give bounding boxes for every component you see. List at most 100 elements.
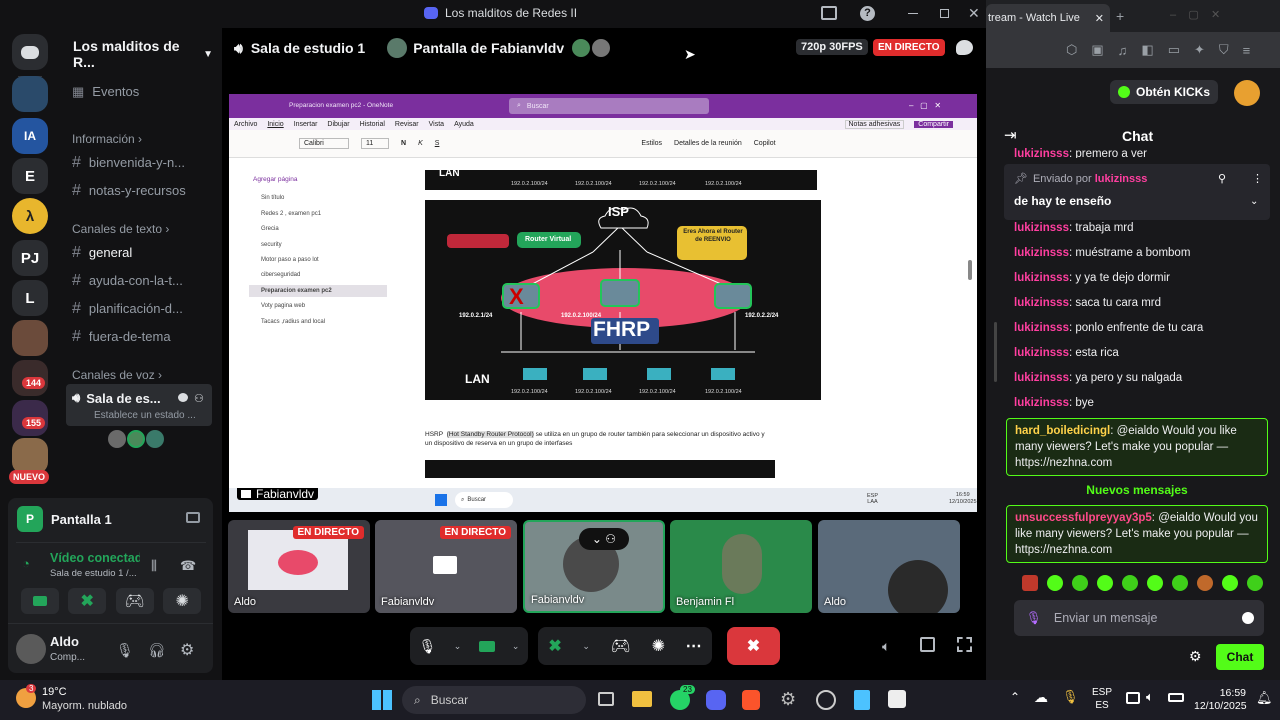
gear-icon[interactable]: ⚙ <box>180 640 194 660</box>
battery-icon[interactable] <box>1168 693 1184 702</box>
menu-vista[interactable]: Vista <box>429 121 444 128</box>
brave-icon[interactable] <box>742 690 760 710</box>
send-chat-button[interactable]: Chat <box>1216 644 1264 670</box>
meeting-details-button[interactable]: Detalles de la reunión <box>674 140 742 147</box>
chat-icon[interactable] <box>956 40 973 55</box>
gear-icon[interactable]: ⚙ <box>1189 648 1202 665</box>
snipping-icon[interactable] <box>888 690 906 708</box>
scrollbar[interactable] <box>994 322 997 382</box>
avatar[interactable] <box>1234 80 1260 106</box>
screen-share-item[interactable]: P Pantalla 1 <box>17 506 112 532</box>
menu-archivo[interactable]: Archivo <box>234 121 257 128</box>
emote-icon[interactable] <box>1147 575 1163 591</box>
task-view-icon[interactable] <box>598 692 614 706</box>
emote-icon[interactable] <box>1122 575 1138 591</box>
avatar[interactable] <box>127 430 145 448</box>
camera-icon[interactable] <box>20 588 59 614</box>
share-screen-icon[interactable]: ✖ <box>548 636 561 656</box>
category-info[interactable]: Información › <box>72 132 142 146</box>
channel-planificacion[interactable]: # planificación-d... <box>72 300 183 318</box>
underline-icon[interactable]: S <box>435 140 440 147</box>
windows-start-icon[interactable] <box>372 690 392 710</box>
chevron-up-icon[interactable]: ⌄ <box>582 641 590 652</box>
taskbar-search[interactable]: ⌕ Buscar <box>402 686 586 714</box>
stop-share-icon[interactable] <box>186 512 200 523</box>
menu-dibujar[interactable]: Dibujar <box>327 121 349 128</box>
more-icon[interactable]: ⋯ <box>686 636 702 656</box>
menu-icon[interactable]: ≡ <box>1243 43 1251 58</box>
server-icon-e[interactable]: E <box>12 158 48 194</box>
chevron-up-icon[interactable]: ⌄ <box>454 641 462 652</box>
emote-icon[interactable] <box>1197 575 1213 591</box>
sidebar-icon[interactable]: ◧ <box>1141 42 1153 58</box>
channel-ayuda[interactable]: # ayuda-con-la-t... <box>72 272 183 290</box>
microphone-icon[interactable]: 🎙︎ <box>1062 689 1079 705</box>
menu-historial[interactable]: Historial <box>360 121 385 128</box>
pin-icon[interactable]: ⚲ <box>1218 172 1226 185</box>
notepad-icon[interactable] <box>854 690 870 710</box>
server-icon-lambda[interactable]: λ <box>12 198 48 234</box>
page-item[interactable]: Redes 2 , examen pc1 <box>249 208 387 220</box>
styles-button[interactable]: Estilos <box>641 140 662 147</box>
disconnect-icon[interactable]: ☎ <box>180 558 196 574</box>
bold-icon[interactable]: N <box>401 140 406 147</box>
emote-icon[interactable] <box>1097 575 1113 591</box>
voice-channel-item[interactable]: 🔊︎ Sala de es... ⚇ Establece un estado ..… <box>66 384 212 426</box>
sticky-notes-button[interactable]: Notas adhesivas <box>844 119 905 129</box>
emote-icon[interactable] <box>1047 575 1063 591</box>
page-item[interactable]: Voty pagina web <box>249 300 387 312</box>
popout-icon[interactable] <box>920 637 935 652</box>
inbox-icon[interactable] <box>821 6 837 20</box>
discord-icon[interactable] <box>706 690 726 710</box>
headphones-icon[interactable]: 🎧︎ <box>148 642 166 659</box>
page-item[interactable]: Tacacs ,radius and local <box>249 316 387 328</box>
music-icon[interactable]: ♫ <box>1118 43 1128 58</box>
add-user-icon[interactable]: ⚇ <box>194 392 204 405</box>
page-item-selected[interactable]: Preparacion examen pc2 <box>249 285 387 297</box>
help-icon[interactable]: ? <box>860 6 875 21</box>
close-icon[interactable]: ✕ <box>968 5 980 22</box>
settings-icon[interactable]: ⚙ <box>780 689 796 710</box>
participant-tile[interactable]: EN DIRECTO Aldo <box>228 520 370 613</box>
chat-input[interactable]: 🎙︎ Enviar un mensaje <box>1014 600 1264 636</box>
activities-icon[interactable]: 🎮︎ <box>611 636 631 656</box>
menu-inicio[interactable]: Inicio <box>267 121 283 128</box>
channel-general[interactable]: # general <box>72 244 132 262</box>
search-input[interactable]: ⌕ Buscar <box>509 98 709 114</box>
date[interactable]: 12/10/2025 <box>1194 700 1247 712</box>
category-text[interactable]: Canales de texto › <box>72 222 169 236</box>
language-indicator[interactable]: ESP ES <box>1092 686 1112 712</box>
page-item[interactable]: ciberseguridad <box>249 269 387 281</box>
close-tab-icon[interactable]: ✕ <box>1095 12 1104 25</box>
display-icon[interactable] <box>1126 692 1140 704</box>
category-voice[interactable]: Canales de voz › <box>72 368 162 382</box>
avatar[interactable] <box>16 634 46 664</box>
activities-icon[interactable]: 🎮︎ <box>115 588 154 614</box>
microphone-icon[interactable]: 🎙︎ <box>116 642 134 659</box>
app-icon[interactable] <box>816 690 836 710</box>
new-tab-icon[interactable]: + <box>1116 8 1124 24</box>
events-item[interactable]: ▦ Eventos <box>72 84 139 100</box>
signal-icon[interactable]: ◔ <box>22 556 30 571</box>
size-select[interactable]: 11 <box>361 138 389 149</box>
window-controls[interactable]: – ▢ ✕ <box>909 101 941 110</box>
fullscreen-icon[interactable] <box>957 637 972 652</box>
server-icon-5[interactable] <box>12 438 48 474</box>
volume-icon[interactable]: 🔈︎ <box>1146 689 1154 705</box>
emote-icon[interactable] <box>1222 575 1238 591</box>
server-icon-1[interactable] <box>12 76 48 112</box>
chat-bubble-icon[interactable] <box>178 393 188 402</box>
soundboard-icon[interactable]: ✺ <box>163 588 202 614</box>
minimize-icon[interactable] <box>908 13 918 14</box>
emote-icon[interactable] <box>1172 575 1188 591</box>
emote-icon[interactable] <box>1247 575 1263 591</box>
avatar[interactable] <box>146 430 164 448</box>
italic-icon[interactable]: K <box>418 140 423 147</box>
copilot-button[interactable]: Copilot <box>754 140 776 147</box>
browser-tab[interactable]: tream - Watch Live ✕ <box>986 4 1110 32</box>
channel-notas[interactable]: # notas-y-recursos <box>72 182 186 200</box>
shared-screen-onenote[interactable]: Preparacion examen pc2 - OneNote ⌕ Buscar… <box>229 94 977 488</box>
collapse-chat-icon[interactable]: ⇥ <box>1004 126 1017 144</box>
maximize-icon[interactable] <box>940 9 949 18</box>
leave-call-button[interactable]: ✖ <box>727 627 780 665</box>
